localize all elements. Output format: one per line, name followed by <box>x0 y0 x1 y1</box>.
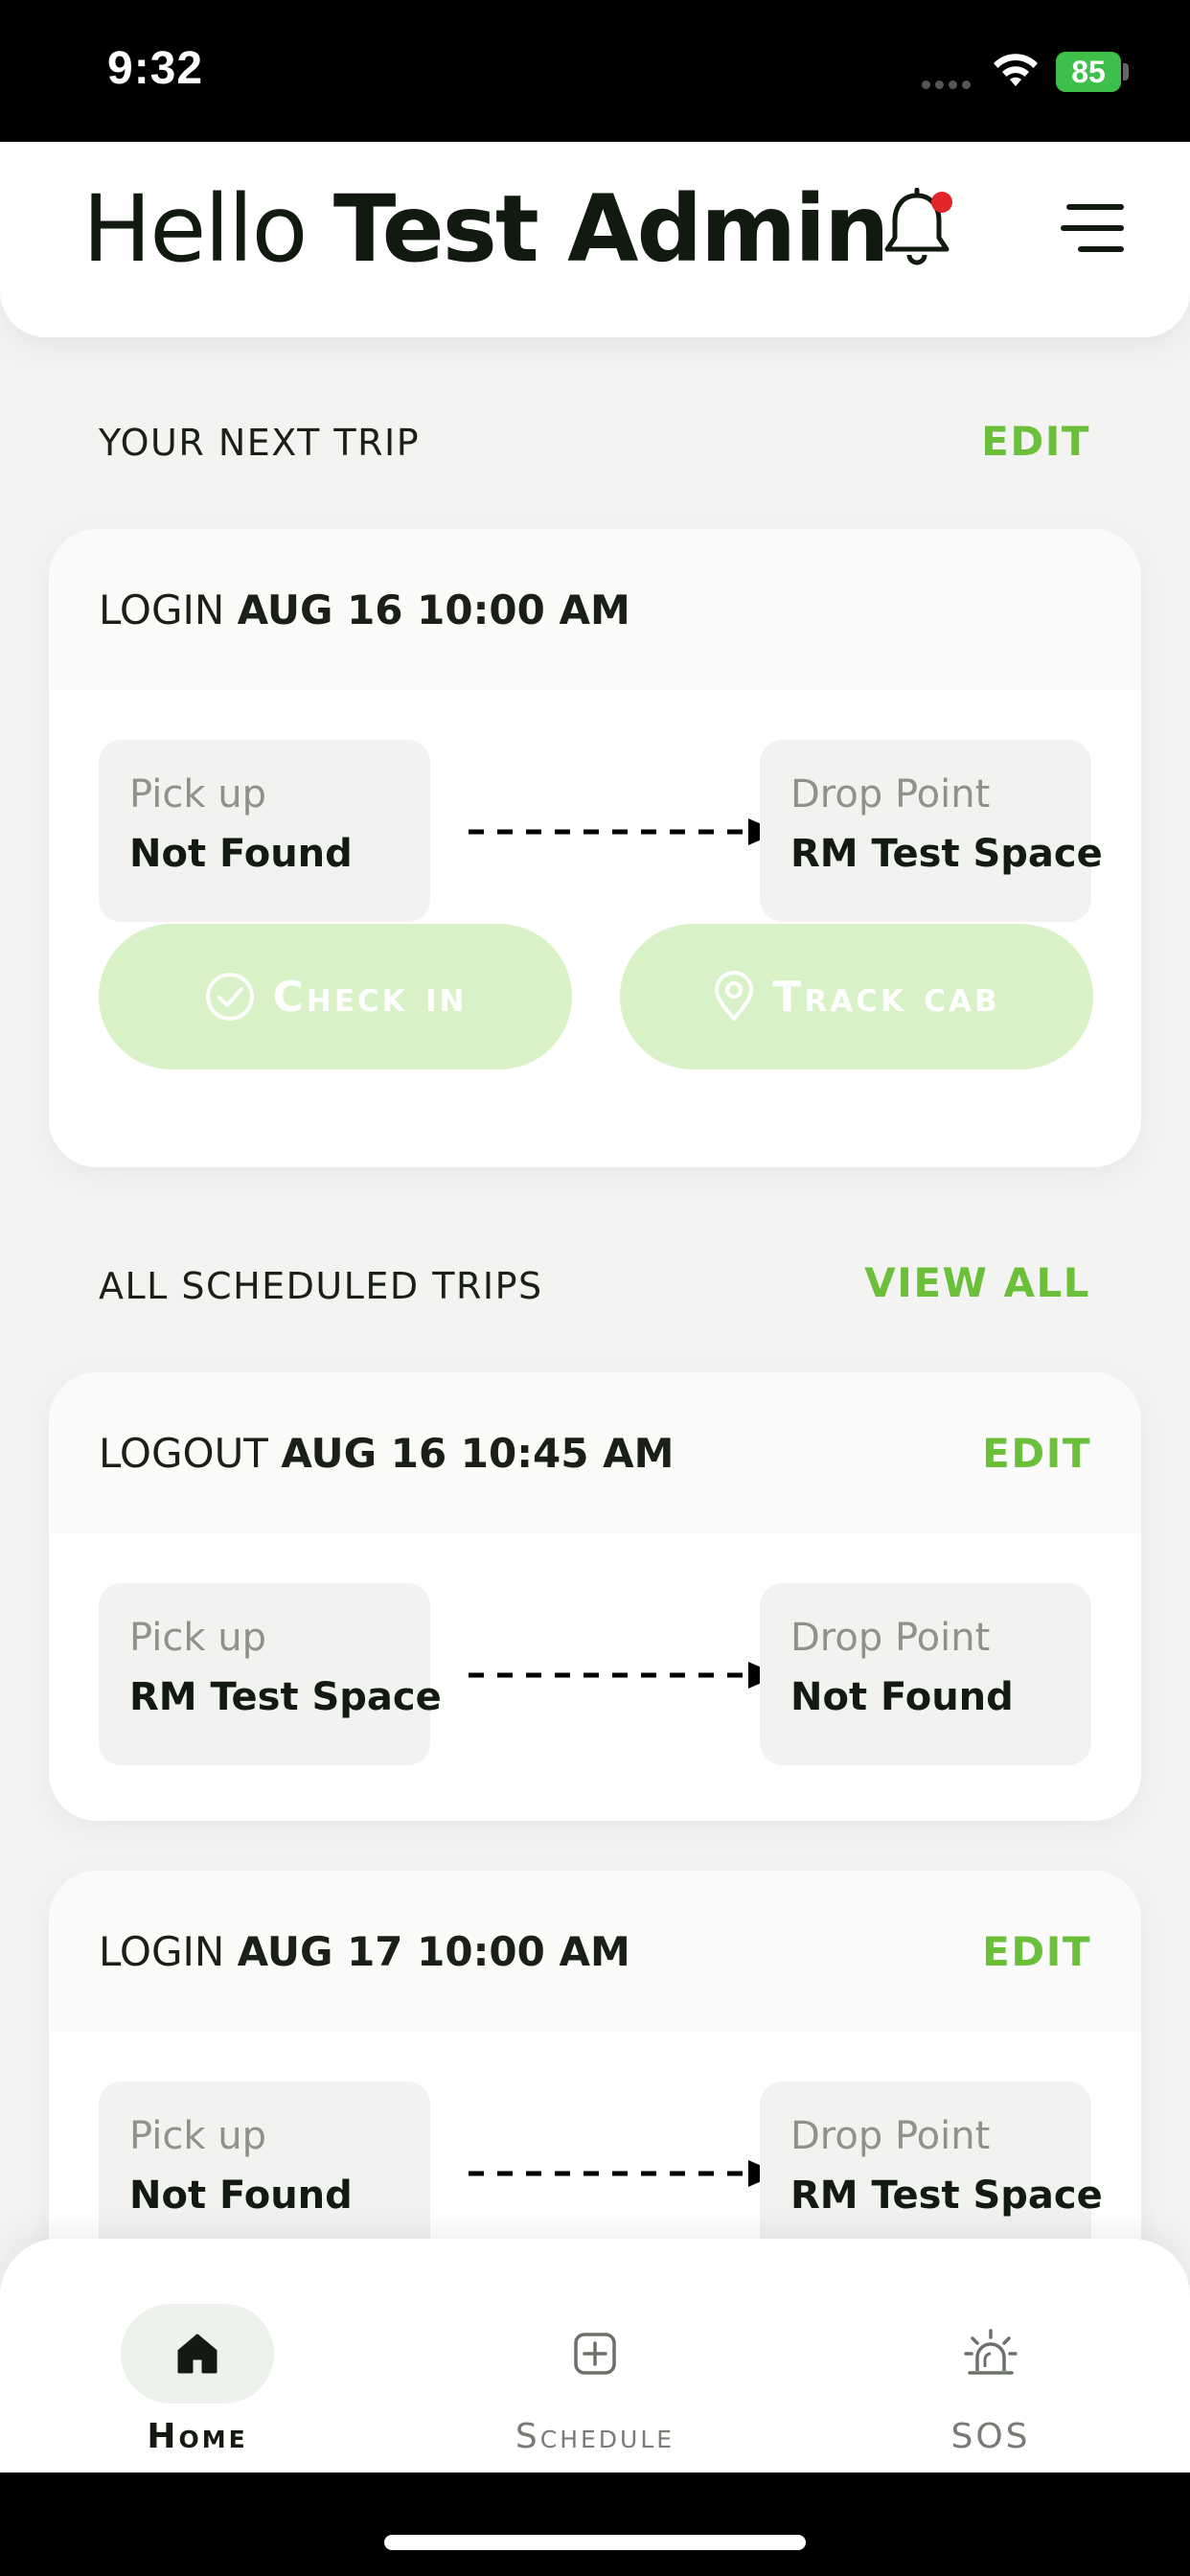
trip-route: Pick up RM Test Space Drop Point Not Fou… <box>49 1533 1141 1767</box>
trip-actions: Check in Track cab <box>49 924 1141 1154</box>
nav-schedule-label: Schedule <box>515 2417 675 2456</box>
siren-icon <box>964 2329 1018 2375</box>
plus-square-icon <box>574 2333 616 2375</box>
route-arrow-icon <box>469 2160 779 2187</box>
bottom-nav: Home Schedule SOS <box>0 2239 1190 2472</box>
pickup-box: Pick up Not Found <box>99 2082 430 2264</box>
notification-badge <box>931 192 952 213</box>
battery-icon <box>1123 63 1129 80</box>
battery-level: 85 <box>1056 52 1121 92</box>
nav-home-label: Home <box>147 2417 248 2456</box>
pickup-label: Pick up <box>129 1616 266 1660</box>
trip-datetime: AUG 17 10:00 AM <box>237 1927 630 1975</box>
trip-type: LOGIN <box>99 1927 225 1975</box>
route-arrow-icon <box>469 1662 779 1689</box>
check-in-label: Check in <box>272 972 468 1022</box>
header: Hello Test Admin <box>0 142 1190 337</box>
user-name: Test Admin <box>332 175 890 283</box>
home-icon <box>177 2334 217 2374</box>
status-time: 9:32 <box>107 43 204 94</box>
next-trip-edit-button[interactable]: EDIT <box>981 418 1090 465</box>
next-trip-card[interactable]: LOGIN AUG 16 10:00 AM Pick up Not Found … <box>49 529 1141 1167</box>
route-arrow-icon <box>469 818 779 845</box>
nav-schedule-pill <box>518 2304 672 2404</box>
pickup-box: Pick up RM Test Space <box>99 1583 442 1765</box>
menu-icon[interactable] <box>1060 203 1125 253</box>
trip-header: LOGIN AUG 16 10:00 AM <box>49 529 1141 690</box>
nav-home[interactable]: Home <box>82 2304 312 2456</box>
nav-sos[interactable]: SOS <box>876 2304 1106 2456</box>
greeting: Hello Test Admin <box>82 175 890 283</box>
drop-box: Drop Point RM Test Space <box>760 2082 1103 2264</box>
scheduled-trip-card[interactable]: LOGOUT AUG 16 10:45 AM EDIT Pick up RM T… <box>49 1372 1141 1821</box>
pickup-label: Pick up <box>129 772 266 816</box>
status-bar: 9:32 85 <box>0 0 1190 142</box>
drop-label: Drop Point <box>790 2114 991 2158</box>
pickup-value: RM Test Space <box>129 1675 442 1719</box>
trip-route: Pick up Not Found Drop Point RM Test Spa… <box>49 2032 1141 2266</box>
home-indicator[interactable] <box>384 2535 806 2550</box>
trip-title: LOGOUT AUG 16 10:45 AM <box>99 1430 674 1477</box>
pickup-box: Pick up Not Found <box>99 740 430 922</box>
greeting-prefix: Hello <box>82 175 308 283</box>
notifications-button[interactable] <box>881 187 962 274</box>
wifi-icon <box>994 54 1038 86</box>
drop-label: Drop Point <box>790 1616 991 1660</box>
check-in-button[interactable]: Check in <box>99 924 572 1070</box>
app-screen: 9:32 85 Hello Test Admin YOUR NEXT TRIP … <box>0 0 1190 2576</box>
trip-header: LOGIN AUG 17 10:00 AM EDIT <box>49 1871 1141 2032</box>
trip-route: Pick up Not Found Drop Point RM Test Spa… <box>49 690 1141 924</box>
track-cab-button[interactable]: Track cab <box>620 924 1093 1070</box>
scheduled-trips-title: ALL SCHEDULED TRIPS <box>99 1265 543 1307</box>
trip-edit-button[interactable]: EDIT <box>982 1928 1091 1975</box>
trip-title: LOGIN AUG 16 10:00 AM <box>99 586 630 633</box>
trip-header: LOGOUT AUG 16 10:45 AM EDIT <box>49 1372 1141 1533</box>
next-trip-title: YOUR NEXT TRIP <box>99 422 421 464</box>
check-circle-icon <box>205 973 254 1021</box>
nav-sos-pill <box>914 2304 1067 2404</box>
location-pin-icon <box>715 971 754 1021</box>
nav-home-pill <box>121 2304 274 2404</box>
home-indicator-area <box>0 2472 1190 2576</box>
drop-value: Not Found <box>790 1675 1014 1719</box>
drop-value: RM Test Space <box>790 2174 1103 2218</box>
drop-label: Drop Point <box>790 772 991 816</box>
trip-type: LOGOUT <box>99 1429 268 1477</box>
pickup-label: Pick up <box>129 2114 266 2158</box>
pickup-value: Not Found <box>129 832 353 876</box>
trip-edit-button[interactable]: EDIT <box>982 1430 1091 1477</box>
drop-value: RM Test Space <box>790 832 1103 876</box>
view-all-button[interactable]: VIEW ALL <box>864 1259 1090 1306</box>
trip-datetime: AUG 16 10:45 AM <box>281 1429 675 1477</box>
nav-schedule[interactable]: Schedule <box>480 2304 710 2456</box>
trip-type: LOGIN <box>99 586 225 633</box>
trip-title: LOGIN AUG 17 10:00 AM <box>99 1928 630 1975</box>
trip-datetime: AUG 16 10:00 AM <box>237 586 630 633</box>
drop-box: Drop Point Not Found <box>760 1583 1091 1765</box>
pickup-value: Not Found <box>129 2174 353 2218</box>
nav-sos-label: SOS <box>950 2417 1031 2456</box>
drop-box: Drop Point RM Test Space <box>760 740 1103 922</box>
cellular-signal-icon <box>922 80 971 89</box>
track-cab-label: Track cab <box>772 972 1000 1022</box>
